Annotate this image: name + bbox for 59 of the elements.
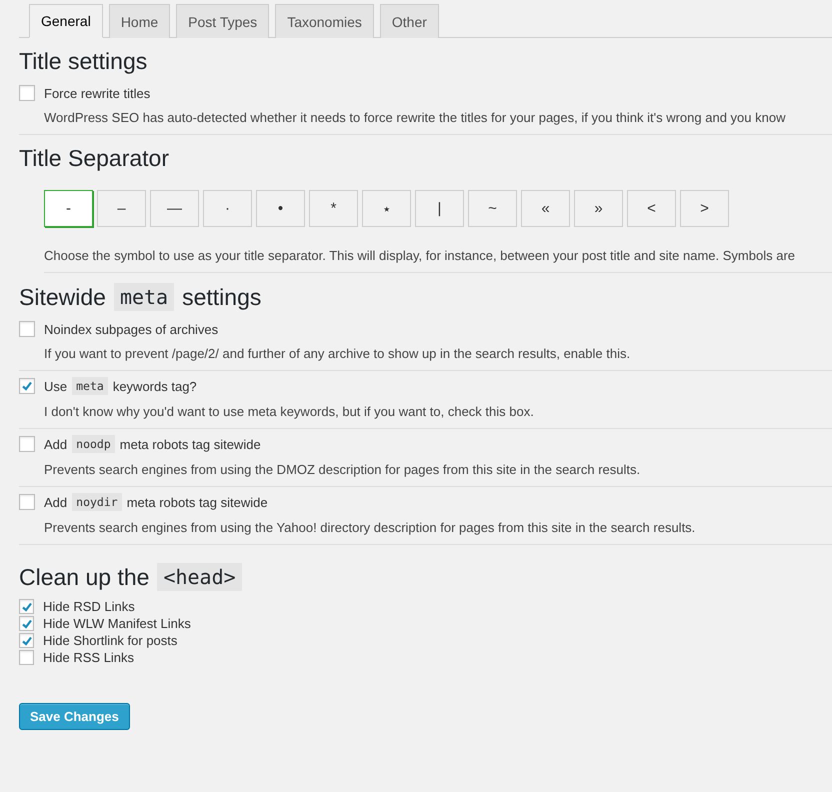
- checkbox-label: Hide Shortlink for posts: [43, 633, 178, 648]
- option-description: I don't know why you'd want to use meta keywords, but if you want to, check this box.: [44, 404, 535, 419]
- checkmark-icon: [20, 618, 32, 630]
- heading-code: meta: [114, 283, 174, 311]
- separator-option[interactable]: ~: [468, 190, 517, 227]
- checkmark-icon: [20, 634, 32, 646]
- text: Force rewrite titles: [44, 86, 150, 100]
- tab[interactable]: General: [29, 4, 103, 38]
- option-description: If you want to prevent /page/2/ and further of any archive to show up in the search results, enable this.: [44, 346, 632, 361]
- checkbox[interactable]: [19, 633, 34, 648]
- checkbox-label: Hide RSD Links: [43, 599, 135, 614]
- separator-option[interactable]: –: [97, 190, 146, 227]
- checkbox[interactable]: [19, 378, 35, 394]
- section-heading: Title settings: [19, 48, 148, 75]
- text: Noindex subpages of archives: [44, 322, 218, 336]
- text: meta robots tag sitewide: [126, 494, 268, 510]
- separator-option[interactable]: -: [44, 190, 93, 227]
- separator-option[interactable]: ·: [203, 190, 252, 227]
- separator-option[interactable]: *: [309, 190, 358, 227]
- tab[interactable]: Taxonomies: [275, 4, 374, 38]
- text: keywords tag?: [112, 378, 197, 394]
- separator-option[interactable]: •: [256, 190, 305, 227]
- tab[interactable]: Home: [108, 4, 170, 38]
- text: meta robots tag sitewide: [120, 436, 261, 452]
- section-heading: Sitewide: [19, 284, 106, 310]
- code-tag: noydir: [72, 493, 122, 511]
- separator-option[interactable]: <: [627, 190, 676, 227]
- section-heading: Title Separator: [19, 145, 169, 172]
- separator-description: Choose the symbol to use as your title separator. This will display, for instance, between your post title and site name. Symbols are: [44, 248, 832, 273]
- separator-option[interactable]: >: [680, 190, 729, 227]
- separator-option[interactable]: «: [521, 190, 570, 227]
- checkbox[interactable]: [19, 616, 34, 631]
- text: Add: [44, 494, 68, 510]
- checkbox[interactable]: [19, 599, 34, 614]
- checkbox-label: Hide WLW Manifest Links: [43, 616, 191, 631]
- tab[interactable]: Post Types: [176, 4, 270, 38]
- text: Use: [44, 378, 68, 394]
- checkmark-icon: [21, 380, 33, 392]
- section-heading: Clean up the: [19, 564, 150, 590]
- option-description: WordPress SEO has auto-detected whether it needs to force rewrite the titles for your pages, if you think it's wrong and you know: [44, 110, 786, 125]
- separator-option[interactable]: ⋆: [362, 190, 411, 227]
- tab[interactable]: Other: [380, 4, 439, 38]
- checkbox-label: Hide RSS Links: [43, 650, 134, 665]
- checkbox[interactable]: [19, 494, 35, 510]
- option-description: Prevents search engines from using the DMOZ description for pages from this site in the search results.: [44, 462, 642, 477]
- code-tag: meta: [72, 377, 108, 395]
- checkbox[interactable]: [19, 85, 35, 101]
- checkmark-icon: [20, 600, 32, 612]
- separator-option[interactable]: »: [574, 190, 623, 227]
- code-tag: noodp: [72, 435, 115, 453]
- section-heading: settings: [182, 284, 262, 310]
- separator-option[interactable]: |: [415, 190, 464, 227]
- checkbox[interactable]: [19, 436, 35, 452]
- separator-option[interactable]: —: [150, 190, 199, 227]
- option-description: Prevents search engines from using the Yahoo! directory description for pages from this site in the search results.: [44, 520, 696, 535]
- text: Add: [44, 436, 68, 452]
- checkbox[interactable]: [19, 321, 35, 337]
- heading-code: <head>: [157, 563, 242, 591]
- checkbox[interactable]: [19, 650, 34, 665]
